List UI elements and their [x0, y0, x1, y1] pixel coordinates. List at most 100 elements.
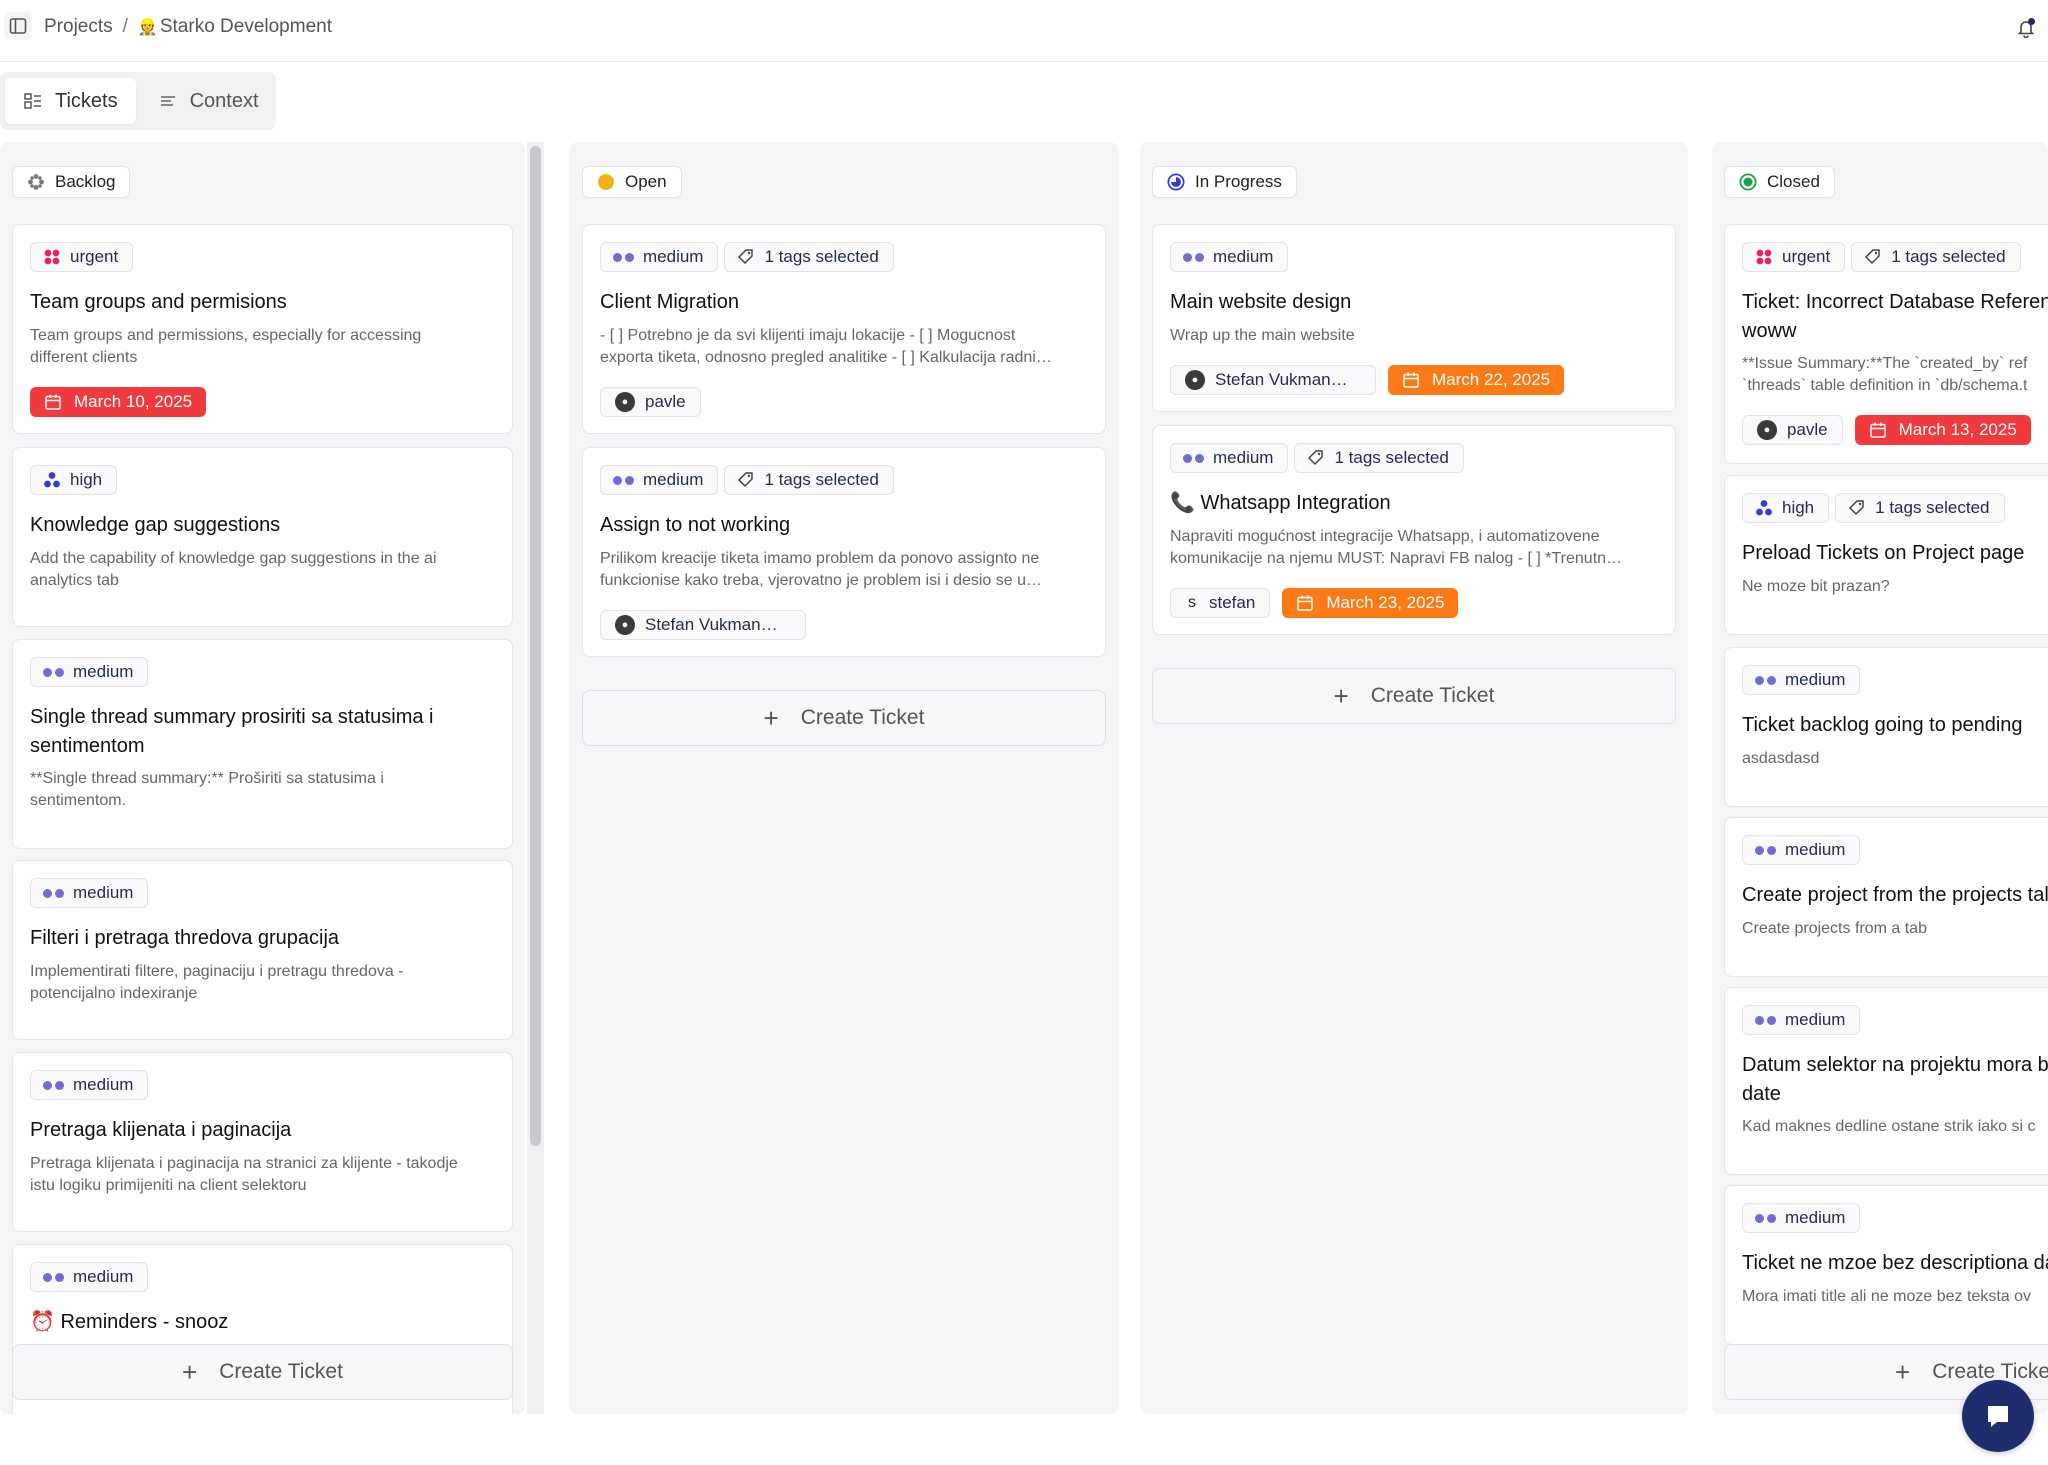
ticket-description: funkcionise kako treba, vjerovatno je pr…: [600, 572, 1042, 589]
create-ticket-button[interactable]: + Create Ticket: [1152, 668, 1676, 724]
bell-icon[interactable]: [2012, 14, 2040, 42]
plus-icon: +: [763, 702, 779, 733]
chat-widget-button[interactable]: [1962, 1380, 2034, 1452]
ticket-card[interactable]: medium Ticket ne mzoe bez descriptiona d…: [1724, 1185, 2048, 1345]
ticket-description: analytics tab: [30, 572, 119, 589]
tags-badge[interactable]: 1 tags selected: [724, 242, 894, 272]
tab-context[interactable]: Context: [140, 78, 277, 124]
assignee-chip[interactable]: s stefan: [1170, 588, 1271, 618]
urgent-icon: [43, 248, 61, 266]
assignee-chip[interactable]: ● pavle: [1742, 415, 1843, 445]
ticket-card[interactable]: medium 1 tags selected Assign to not wor…: [582, 447, 1106, 657]
priority-badge: medium: [1742, 1203, 1861, 1233]
tags-badge[interactable]: 1 tags selected: [724, 465, 894, 495]
ticket-card[interactable]: medium Create project from the projects …: [1724, 817, 2048, 977]
priority-badge: medium: [1742, 835, 1861, 865]
ticket-title: Filteri i pretraga thredova grupacija: [30, 927, 340, 949]
due-date-badge[interactable]: March 23, 2025: [1282, 588, 1459, 618]
ticket-card[interactable]: urgent Team groups and permisions Team g…: [12, 224, 513, 434]
ticket-title: Ticket ne mzoe bez descriptiona da: [1742, 1252, 2048, 1274]
top-bar: Projects / 👷 Starko Development: [0, 0, 2048, 62]
breadcrumb-project[interactable]: 👷 Starko Development: [138, 16, 332, 38]
priority-badge: medium: [30, 657, 149, 687]
priority-badge: high: [1742, 493, 1830, 523]
priority-badge: medium: [30, 1070, 149, 1100]
ticket-description: **Single thread summary:** Proširiti sa …: [30, 770, 384, 787]
ticket-description: sentimentom.: [30, 792, 127, 809]
scrollbar-thumb[interactable]: [530, 146, 541, 1146]
medium-icon: [43, 888, 64, 898]
tags-badge[interactable]: 1 tags selected: [1835, 493, 2005, 523]
medium-icon: [1183, 252, 1204, 262]
closed-status-icon: [1739, 173, 1757, 191]
ticket-card[interactable]: medium 1 tags selected Client Migration …: [582, 224, 1106, 434]
ticket-description: Pretraga klijenata i paginacija na stran…: [30, 1155, 458, 1172]
medium-icon: [1755, 675, 1776, 685]
tags-badge[interactable]: 1 tags selected: [1851, 242, 2021, 272]
ticket-title: Pretraga klijenata i paginacija: [30, 1119, 292, 1141]
ticket-description: potencijalno indexiranje: [30, 985, 198, 1002]
medium-icon: [1755, 1015, 1776, 1025]
ticket-description: istu logiku primijeniti na client selekt…: [30, 1177, 307, 1194]
ticket-description: different clients: [30, 349, 138, 366]
ticket-card[interactable]: medium Datum selektor na projektu mora b…: [1724, 987, 2048, 1175]
plus-icon: +: [1895, 1356, 1911, 1387]
due-date-badge[interactable]: March 13, 2025: [1854, 415, 2031, 445]
ticket-title: sentimentom: [30, 735, 145, 757]
tags-badge[interactable]: 1 tags selected: [1294, 443, 1464, 473]
due-date-badge[interactable]: March 22, 2025: [1388, 365, 1565, 395]
ticket-description: exporta tiketa, odnosno pregled analitik…: [600, 349, 1052, 366]
due-date-badge[interactable]: March 10, 2025: [30, 387, 207, 417]
ticket-description: Team groups and permissions, especially …: [30, 327, 422, 344]
ticket-card[interactable]: high Knowledge gap suggestions Add the c…: [12, 447, 513, 627]
create-ticket-button[interactable]: + Create Ticket: [12, 1344, 513, 1400]
breadcrumb: Projects / 👷 Starko Development: [44, 16, 332, 38]
ticket-title: 📞 Whatsapp Integration: [1170, 492, 1391, 514]
ticket-title: Team groups and permisions: [30, 291, 287, 313]
medium-icon: [43, 1272, 64, 1282]
avatar: ●: [615, 615, 635, 635]
column-header-closed: Closed: [1724, 166, 1835, 198]
ticket-card[interactable]: high 1 tags selected Preload Tickets on …: [1724, 475, 2048, 635]
medium-icon: [613, 475, 634, 485]
ticket-title: woww: [1742, 320, 1797, 342]
avatar: ●: [1185, 370, 1205, 390]
ticket-card[interactable]: medium Pretraga klijenata i paginacija P…: [12, 1052, 513, 1232]
kanban-icon: [24, 93, 41, 109]
urgent-icon: [1755, 248, 1773, 266]
ticket-title: ⏰ Reminders - snooz: [30, 1311, 229, 1333]
assignee-chip[interactable]: ● Stefan Vukman…: [1170, 365, 1376, 395]
sidebar-toggle-icon[interactable]: [4, 12, 32, 40]
tab-tickets[interactable]: Tickets: [5, 78, 136, 124]
priority-badge: medium: [30, 1262, 149, 1292]
open-status-icon: [597, 173, 615, 191]
calendar-icon: [45, 394, 61, 410]
priority-badge: high: [30, 465, 118, 495]
breadcrumb-projects[interactable]: Projects: [44, 16, 113, 38]
assignee-chip[interactable]: ● pavle: [600, 387, 701, 417]
medium-icon: [613, 252, 634, 262]
priority-badge: medium: [600, 465, 719, 495]
ticket-card[interactable]: medium Filteri i pretraga thredova grupa…: [12, 860, 513, 1040]
ticket-card[interactable]: medium Single thread summary prosiriti s…: [12, 639, 513, 849]
ticket-description: Ne moze bit prazan?: [1742, 578, 1890, 595]
tag-icon: [738, 249, 754, 265]
column-header-open: Open: [582, 166, 682, 198]
ticket-card[interactable]: urgent 1 tags selected Ticket: Incorrect…: [1724, 224, 2048, 464]
priority-badge: medium: [1742, 665, 1861, 695]
ticket-card[interactable]: medium 1 tags selected 📞 Whatsapp Integr…: [1152, 425, 1676, 635]
ticket-description: asdasdasd: [1742, 750, 1820, 767]
tag-icon: [1849, 500, 1864, 516]
ticket-card[interactable]: medium Ticket backlog going to pending a…: [1724, 647, 2048, 807]
high-icon: [1755, 499, 1773, 517]
ticket-description: komunikacije na njemu MUST: Napravi FB n…: [1170, 550, 1623, 567]
priority-badge: medium: [600, 242, 719, 272]
ticket-card[interactable]: medium Main website design Wrap up the m…: [1152, 224, 1676, 412]
assignee-chip[interactable]: ● Stefan Vukman…: [600, 610, 806, 640]
ticket-description: **Issue Summary:**The `created_by` ref: [1742, 355, 2028, 372]
plus-icon: +: [182, 1356, 198, 1387]
column-header-in-progress: In Progress: [1152, 166, 1297, 198]
create-ticket-button[interactable]: + Create Ticket: [582, 690, 1106, 746]
column-open: Open medium 1 tags selected Client Migra…: [570, 142, 1118, 1414]
medium-icon: [1183, 453, 1204, 463]
